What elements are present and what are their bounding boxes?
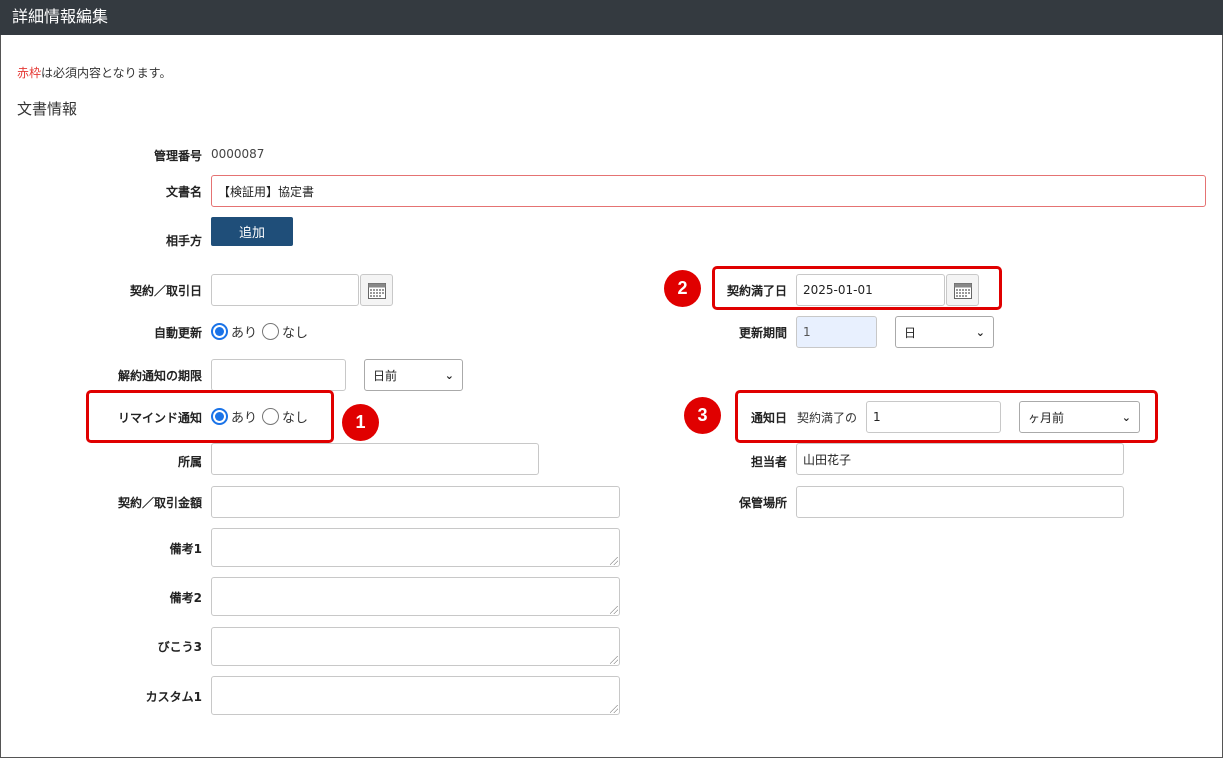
required-note: 赤枠は必須内容となります。	[17, 64, 171, 81]
cancel-deadline-unit-value: 日前	[373, 368, 398, 383]
contract-date-label: 契約／取引日	[129, 284, 202, 298]
renew-period-input[interactable]: 1	[796, 316, 877, 348]
memo3-label: びこう3	[157, 640, 202, 654]
storage-input[interactable]	[796, 486, 1124, 518]
amount-input[interactable]	[211, 486, 620, 518]
counterparty-label: 相手方	[165, 234, 202, 248]
required-note-text: は必須内容となります。	[41, 66, 172, 80]
contract-end-highlight-box	[712, 266, 1002, 310]
chevron-down-icon: ⌄	[975, 325, 985, 339]
storage-label: 保管場所	[738, 496, 787, 510]
resize-grip-icon[interactable]	[610, 705, 618, 713]
annotation-badge-2: 2	[664, 270, 701, 307]
doc-name-input[interactable]: 【検証用】協定書	[211, 175, 1206, 207]
custom1-textarea[interactable]	[211, 676, 620, 715]
mgmt-no-label: 管理番号	[153, 149, 202, 163]
memo2-textarea[interactable]	[211, 577, 620, 616]
doc-name-value: 【検証用】協定書	[218, 184, 315, 199]
resize-grip-icon[interactable]	[610, 606, 618, 614]
dept-label: 所属	[177, 455, 202, 469]
auto-renew-no-radio[interactable]	[262, 323, 280, 340]
mgmt-no-value: 0000087	[211, 147, 265, 161]
renew-unit-value: 日	[904, 325, 917, 340]
resize-grip-icon[interactable]	[610, 557, 618, 565]
owner-input[interactable]: 山田花子	[796, 443, 1124, 475]
notify-day-highlight-box	[735, 390, 1158, 443]
window-title: 詳細情報編集	[0, 0, 1223, 35]
annotation-badge-3: 3	[684, 397, 721, 434]
required-note-red: 赤枠	[17, 66, 42, 80]
auto-renew-yes-radio[interactable]	[211, 323, 228, 340]
section-title: 文書情報	[17, 100, 78, 118]
renew-period-value: 1	[803, 325, 811, 339]
auto-renew-no-label[interactable]: なし	[282, 322, 308, 341]
contract-date-calendar-button[interactable]	[360, 274, 393, 306]
cancel-deadline-label: 解約通知の期限	[117, 369, 202, 383]
doc-name-label: 文書名	[165, 185, 202, 199]
remind-highlight-box	[86, 390, 334, 443]
cancel-deadline-unit-select[interactable]: 日前 ⌄	[364, 359, 463, 391]
memo3-textarea[interactable]	[211, 627, 620, 666]
annotation-badge-1: 1	[342, 404, 379, 441]
chevron-down-icon: ⌄	[444, 368, 454, 382]
auto-renew-radio-group: あり なし	[211, 322, 313, 341]
amount-label: 契約／取引金額	[117, 496, 202, 510]
add-counterparty-button[interactable]: 追加	[211, 217, 293, 246]
owner-label: 担当者	[750, 455, 787, 469]
custom1-label: カスタム1	[145, 690, 202, 704]
renew-unit-select[interactable]: 日 ⌄	[895, 316, 994, 348]
owner-value: 山田花子	[803, 452, 852, 467]
memo1-textarea[interactable]	[211, 528, 620, 567]
memo1-label: 備考1	[169, 542, 202, 556]
contract-date-input[interactable]	[211, 274, 359, 306]
renew-period-label: 更新期間	[738, 326, 787, 340]
auto-renew-label: 自動更新	[153, 326, 202, 340]
dept-input[interactable]	[211, 443, 539, 475]
memo2-label: 備考2	[169, 591, 202, 605]
auto-renew-yes-label[interactable]: あり	[231, 322, 257, 341]
calendar-icon	[367, 282, 386, 299]
cancel-deadline-input[interactable]	[211, 359, 346, 391]
resize-grip-icon[interactable]	[610, 656, 618, 664]
